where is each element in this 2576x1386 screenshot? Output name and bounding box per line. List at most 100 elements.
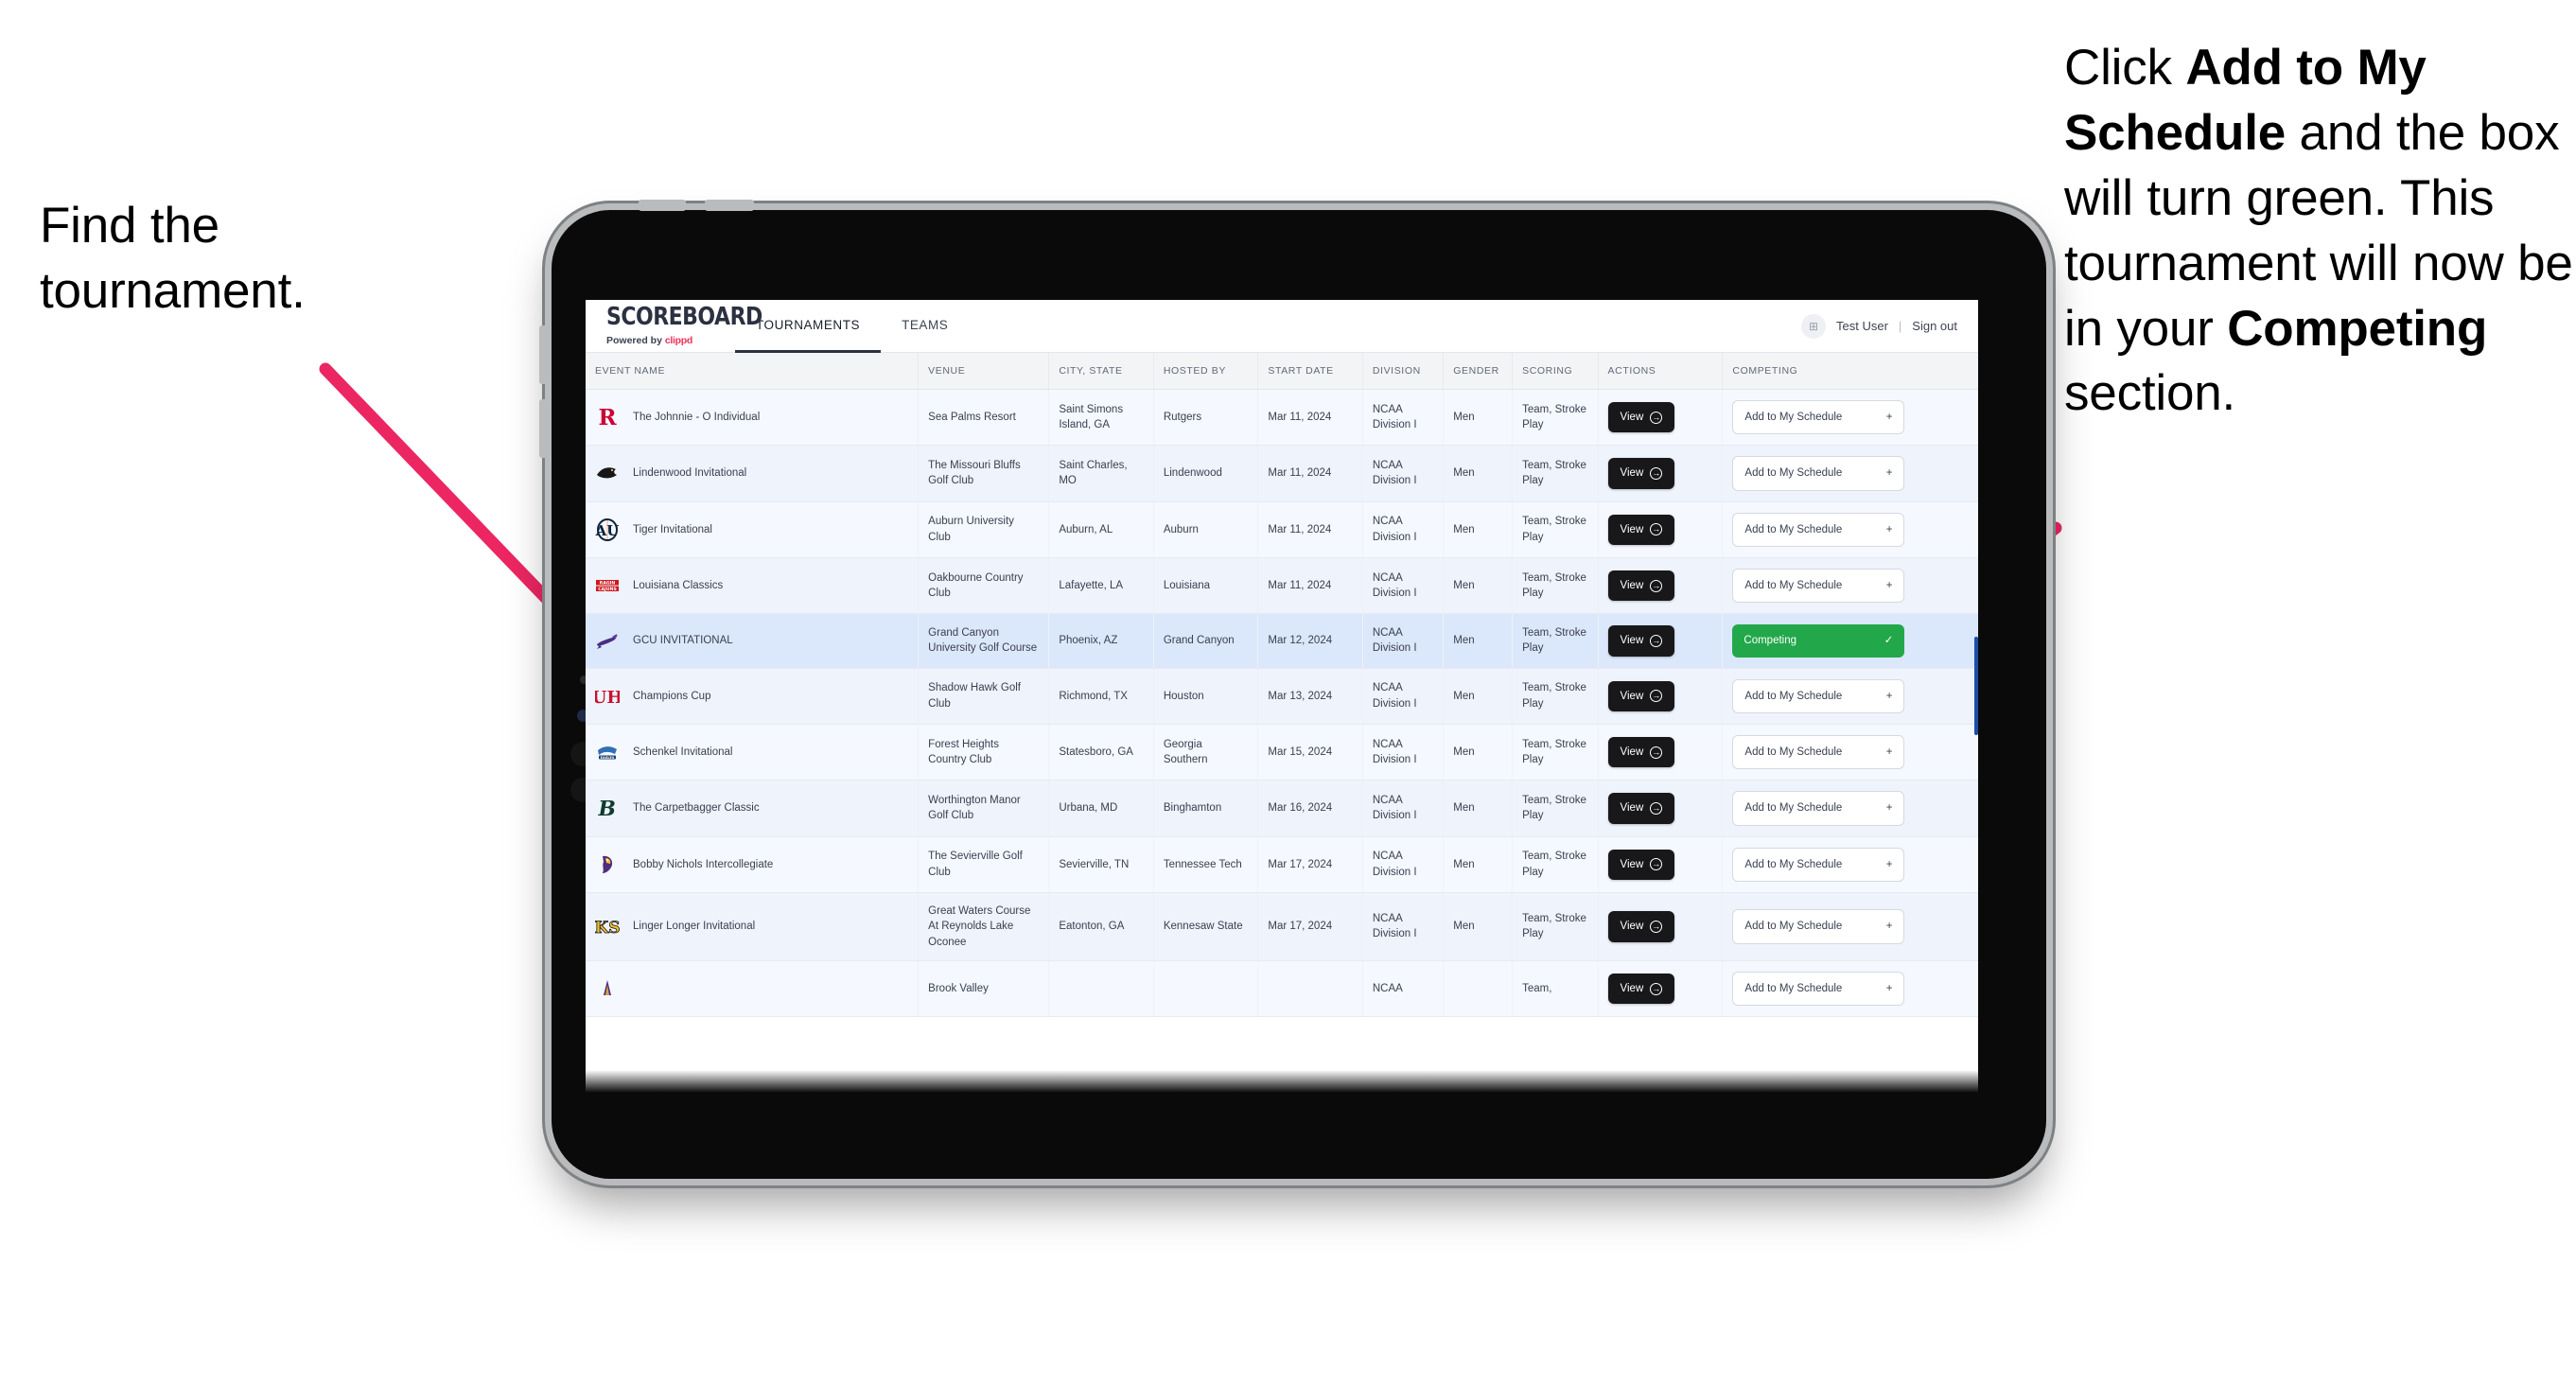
cell-actions: View → [1598, 724, 1724, 781]
vertical-scrollbar[interactable] [1974, 637, 1978, 735]
add-to-my-schedule-button[interactable]: Add to My Schedule + [1732, 734, 1905, 770]
event-name-label: Schenkel Invitational [633, 746, 733, 758]
cell-competing: Add to My Schedule + [1722, 389, 1978, 447]
add-to-my-schedule-button[interactable]: Add to My Schedule + [1732, 512, 1905, 547]
column-header-event-name[interactable]: EVENT NAME [586, 353, 920, 390]
view-label: View [1620, 523, 1644, 535]
cell-city-state: Lafayette, LA [1048, 557, 1154, 615]
column-header-start-date[interactable]: START DATE [1257, 353, 1363, 390]
binghamton-b-logo: B [595, 796, 620, 821]
view-button[interactable]: View → [1607, 793, 1675, 824]
add-to-my-schedule-button[interactable]: Add to My Schedule + [1732, 971, 1905, 1007]
tournaments-table-scroll-container[interactable]: EVENT NAME VENUE CITY, STATE HOSTED BY START… [586, 353, 1978, 1095]
event-name-label: Champions Cup [633, 690, 711, 702]
cell-competing: Add to My Schedule + [1722, 445, 1978, 502]
cell-city-state: Eatonton, GA [1048, 892, 1154, 961]
table-row[interactable]: KS Linger Longer Invitational Great Waters… [586, 892, 1978, 961]
cell-venue: The Sevierville Golf Club [918, 836, 1050, 893]
cell-competing: Add to My Schedule + [1722, 892, 1978, 961]
view-button[interactable]: View → [1607, 973, 1675, 1005]
table-row[interactable]: Bobby Nichols Intercollegiate The Sevierv… [586, 836, 1978, 893]
column-header-scoring[interactable]: SCORING [1512, 353, 1599, 390]
screenshot-root: Find the tournament. Click Add to My Sch… [0, 0, 2576, 1386]
arrow-right-circle-icon: → [1650, 634, 1663, 647]
volume-down-button[interactable] [539, 399, 551, 458]
cell-division: NCAA Division I [1362, 501, 1445, 558]
table-row[interactable]: EAGLES Schenkel Invitational Forest Height… [586, 724, 1978, 781]
column-header-competing[interactable]: COMPETING [1722, 353, 1978, 390]
view-label: View [1620, 412, 1644, 423]
view-button[interactable]: View → [1607, 736, 1675, 768]
nav-user-area: ⊞ Test User | Sign out [1801, 300, 1978, 352]
event-name-label: Tiger Invitational [633, 523, 712, 535]
column-header-city-state[interactable]: CITY, STATE [1048, 353, 1154, 390]
cell-scoring: Team, Stroke Play [1512, 389, 1599, 447]
cell-start-date: Mar 11, 2024 [1257, 557, 1363, 615]
add-to-my-schedule-button[interactable]: Add to My Schedule + [1732, 909, 1905, 944]
view-button[interactable]: View → [1607, 849, 1675, 880]
column-header-actions[interactable]: ACTIONS [1598, 353, 1724, 390]
column-header-hosted-by[interactable]: HOSTED BY [1153, 353, 1259, 390]
cell-venue: Worthington Manor Golf Club [918, 780, 1050, 837]
table-row[interactable]: Brook Valley NCAA Team, View → Add to My Sche… [586, 960, 1978, 1018]
sign-out-link[interactable]: Sign out [1912, 319, 1957, 333]
power-button[interactable] [639, 200, 686, 211]
cell-hosted-by [1153, 960, 1259, 1018]
table-row[interactable]: AU Tiger Invitational Auburn University Cl… [586, 501, 1978, 558]
plus-icon: + [1885, 412, 1893, 423]
view-label: View [1620, 690, 1644, 702]
cell-scoring: Team, Stroke Play [1512, 780, 1599, 837]
column-header-gender[interactable]: GENDER [1443, 353, 1514, 390]
add-to-my-schedule-button[interactable]: Add to My Schedule + [1732, 400, 1905, 435]
avatar[interactable]: ⊞ [1801, 313, 1826, 339]
table-row[interactable]: R The Johnnie - O Individual Sea Palms Res… [586, 389, 1978, 447]
view-button[interactable]: View → [1607, 458, 1675, 489]
add-to-my-schedule-button[interactable]: Add to My Schedule + [1732, 847, 1905, 882]
add-to-my-schedule-button[interactable]: Add to My Schedule + [1732, 678, 1905, 713]
tab-teams[interactable]: TEAMS [881, 300, 969, 353]
annotation-text: section. [2064, 365, 2236, 422]
cell-gender: Men [1443, 557, 1514, 615]
view-button[interactable]: View → [1607, 514, 1675, 545]
plus-icon: + [1885, 802, 1893, 815]
cell-hosted-by: Kennesaw State [1153, 892, 1259, 961]
cell-hosted-by: Louisiana [1153, 557, 1259, 615]
view-button[interactable]: View → [1607, 402, 1675, 433]
cell-event-name: Bobby Nichols Intercollegiate [586, 836, 920, 893]
table-row[interactable]: B The Carpetbagger Classic Worthington Man… [586, 780, 1978, 837]
plus-icon: + [1885, 921, 1893, 933]
view-button[interactable]: View → [1607, 570, 1675, 602]
column-header-venue[interactable]: VENUE [918, 353, 1050, 390]
volume-up-button[interactable] [539, 325, 551, 384]
cell-competing: Add to My Schedule + [1722, 501, 1978, 558]
cell-competing: Add to My Schedule + [1722, 836, 1978, 893]
cell-division: NCAA Division I [1362, 613, 1445, 669]
cell-division: NCAA Division I [1362, 557, 1445, 615]
table-row[interactable]: RAGIN CAJUNS Louisiana Classics Oakbourne C… [586, 557, 1978, 615]
app-viewport: SCOREBOARD Powered by clippd TOURNAMENTS… [586, 300, 1978, 1095]
add-to-my-schedule-button[interactable]: Add to My Schedule + [1732, 456, 1905, 491]
add-to-my-schedule-button[interactable]: Add to My Schedule + [1732, 568, 1905, 604]
column-header-division[interactable]: DIVISION [1362, 353, 1445, 390]
add-to-my-schedule-button[interactable]: Add to My Schedule + [1732, 791, 1905, 826]
cell-actions: View → [1598, 613, 1724, 669]
cell-scoring: Team, Stroke Play [1512, 501, 1599, 558]
view-label: View [1620, 467, 1644, 480]
view-button[interactable]: View → [1607, 625, 1675, 657]
view-button[interactable]: View → [1607, 911, 1675, 942]
table-row-selected[interactable]: GCU INVITATIONAL Grand Canyon University … [586, 613, 1978, 669]
powered-by-line: Powered by clippd [606, 335, 735, 346]
arrow-right-circle-icon: → [1650, 411, 1663, 424]
scoreboard-logo[interactable]: SCOREBOARD Powered by clippd [586, 300, 762, 352]
table-row[interactable]: Lindenwood Invitational The Missouri Bluf… [586, 445, 1978, 502]
cell-division: NCAA Division I [1362, 892, 1445, 961]
cell-competing: Add to My Schedule + [1722, 780, 1978, 837]
add-to-my-schedule-label: Add to My Schedule [1744, 523, 1843, 535]
check-icon: ✓ [1884, 635, 1894, 647]
view-button[interactable]: View → [1607, 680, 1675, 711]
secondary-top-button[interactable] [705, 200, 754, 211]
competing-button[interactable]: Competing ✓ [1732, 624, 1905, 658]
cell-scoring: Team, Stroke Play [1512, 836, 1599, 893]
table-row[interactable]: UH Champions Cup Shadow Hawk Golf Club Rich… [586, 668, 1978, 725]
cell-gender: Men [1443, 724, 1514, 781]
